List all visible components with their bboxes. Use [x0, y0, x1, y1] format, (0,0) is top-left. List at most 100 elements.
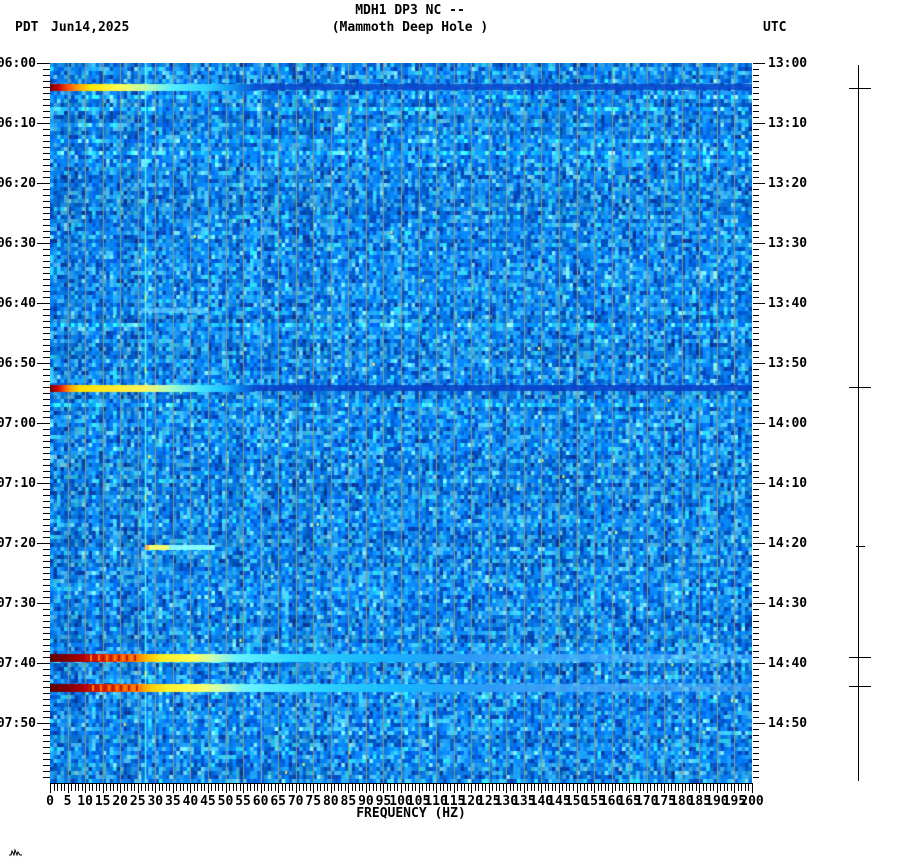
left-minor-tick — [43, 81, 50, 82]
freq-major-tick — [646, 784, 648, 793]
freq-tick-label: 85 — [340, 794, 357, 809]
freq-minor-tick — [267, 784, 269, 791]
left-minor-tick — [43, 237, 50, 238]
right-minor-tick — [753, 153, 759, 154]
freq-minor-tick — [393, 784, 395, 791]
right-minor-tick — [753, 69, 759, 70]
freq-minor-tick — [99, 784, 101, 791]
right-time-label: 14:00 — [768, 416, 808, 431]
left-major-tick — [37, 423, 50, 424]
freq-minor-tick — [572, 784, 574, 791]
left-minor-tick — [43, 69, 50, 70]
freq-minor-tick — [569, 784, 571, 791]
freq-minor-tick — [379, 784, 381, 791]
freq-major-tick — [102, 784, 104, 793]
left-time-label: 06:10 — [0, 116, 36, 131]
left-minor-tick — [43, 207, 50, 208]
freq-minor-tick — [344, 784, 346, 791]
freq-major-tick — [594, 784, 596, 793]
freq-major-tick — [278, 784, 280, 793]
left-minor-tick — [43, 741, 50, 742]
freq-minor-tick — [590, 784, 592, 791]
left-major-tick — [37, 123, 50, 124]
left-minor-tick — [43, 477, 50, 478]
freq-minor-tick — [204, 784, 206, 791]
left-minor-tick — [43, 219, 50, 220]
right-minor-tick — [753, 513, 759, 514]
left-time-label: 06:00 — [0, 56, 36, 71]
freq-minor-tick — [530, 784, 532, 791]
x-axis-line — [50, 783, 753, 784]
left-minor-tick — [43, 465, 50, 466]
right-minor-tick — [753, 621, 759, 622]
right-minor-tick — [753, 369, 759, 370]
right-minor-tick — [753, 693, 759, 694]
freq-minor-tick — [372, 784, 374, 791]
left-time-label: 07:50 — [0, 716, 36, 731]
left-minor-tick — [43, 429, 50, 430]
freq-minor-tick — [678, 784, 680, 791]
freq-major-tick — [260, 784, 262, 793]
spectrogram-page: PDT Jun14,2025 MDH1 DP3 NC -- (Mammoth D… — [0, 0, 902, 864]
left-minor-tick — [43, 141, 50, 142]
right-minor-tick — [753, 687, 759, 688]
freq-minor-tick — [555, 784, 557, 791]
freq-minor-tick — [320, 784, 322, 791]
right-minor-tick — [753, 87, 759, 88]
freq-minor-tick — [748, 784, 750, 791]
freq-minor-tick — [302, 784, 304, 791]
freq-minor-tick — [692, 784, 694, 791]
left-minor-tick — [43, 177, 50, 178]
freq-minor-tick — [744, 784, 746, 791]
freq-minor-tick — [713, 784, 715, 791]
freq-minor-tick — [551, 784, 553, 791]
right-time-label: 14:40 — [768, 656, 808, 671]
station-title: MDH1 DP3 NC -- — [355, 3, 465, 18]
freq-major-tick — [348, 784, 350, 793]
left-minor-tick — [43, 513, 50, 514]
left-time-label: 07:30 — [0, 596, 36, 611]
right-minor-tick — [753, 753, 759, 754]
left-minor-tick — [43, 765, 50, 766]
freq-minor-tick — [211, 784, 213, 791]
timezone-right-label: UTC — [763, 20, 787, 35]
right-minor-tick — [753, 315, 759, 316]
freq-major-tick — [453, 784, 455, 793]
left-minor-tick — [43, 93, 50, 94]
right-minor-tick — [753, 267, 759, 268]
left-minor-tick — [43, 435, 50, 436]
left-minor-tick — [43, 339, 50, 340]
right-minor-tick — [753, 579, 759, 580]
freq-tick-label: 60 — [252, 794, 269, 809]
left-minor-tick — [43, 297, 50, 298]
freq-minor-tick — [660, 784, 662, 791]
freq-minor-tick — [650, 784, 652, 791]
left-minor-tick — [43, 681, 50, 682]
right-minor-tick — [753, 705, 759, 706]
right-minor-tick — [753, 501, 759, 502]
right-time-label: 14:30 — [768, 596, 808, 611]
left-minor-tick — [43, 771, 50, 772]
left-time-label: 06:40 — [0, 296, 36, 311]
freq-minor-tick — [720, 784, 722, 791]
freq-major-tick — [365, 784, 367, 793]
freq-minor-tick — [653, 784, 655, 791]
left-major-tick — [37, 483, 50, 484]
right-minor-tick — [753, 537, 759, 538]
freq-minor-tick — [246, 784, 248, 791]
freq-minor-tick — [404, 784, 406, 791]
freq-minor-tick — [264, 784, 266, 791]
freq-minor-tick — [509, 784, 511, 791]
right-major-tick — [753, 663, 765, 664]
freq-major-tick — [418, 784, 420, 793]
right-minor-tick — [753, 711, 759, 712]
left-minor-tick — [43, 147, 50, 148]
left-time-label: 07:10 — [0, 476, 36, 491]
freq-tick-label: 55 — [235, 794, 251, 809]
left-major-tick — [37, 723, 50, 724]
freq-major-tick — [295, 784, 297, 793]
freq-minor-tick — [622, 784, 624, 791]
freq-minor-tick — [334, 784, 336, 791]
right-minor-tick — [753, 171, 759, 172]
right-minor-tick — [753, 393, 759, 394]
